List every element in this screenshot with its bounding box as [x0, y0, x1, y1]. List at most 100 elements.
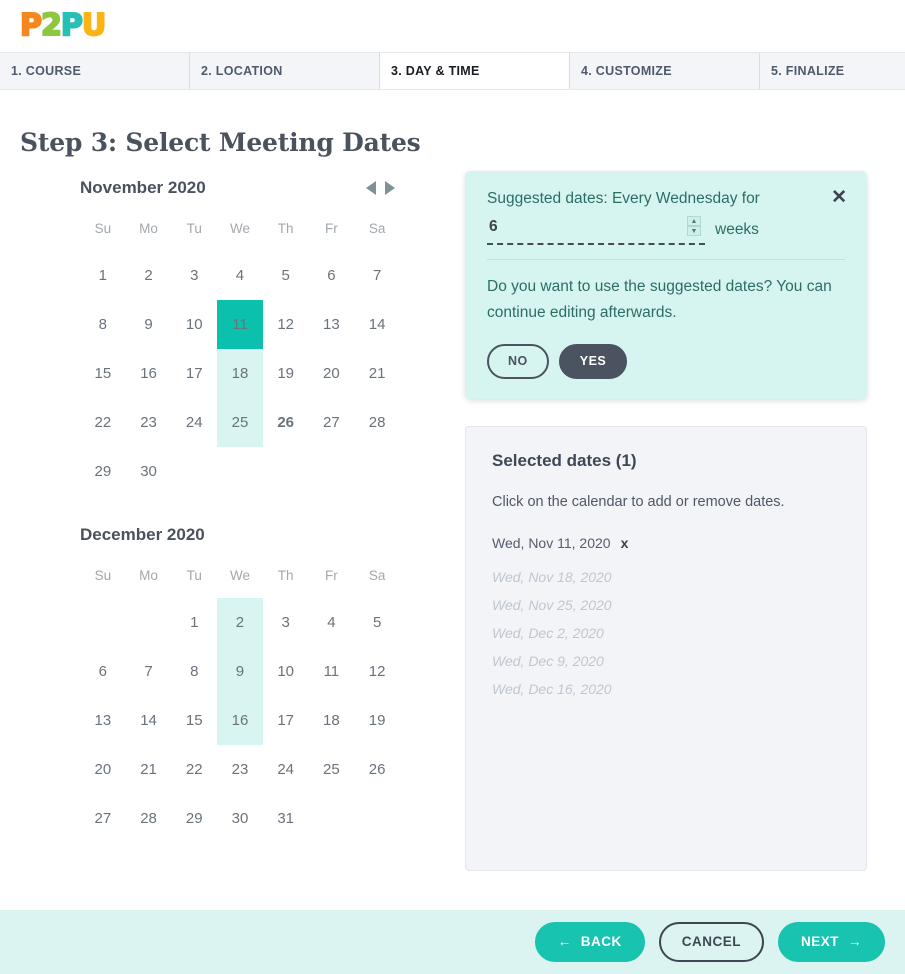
- remove-date-button[interactable]: x: [621, 535, 629, 551]
- arrow-right-icon: →: [848, 934, 862, 950]
- calendar-month-title: December 2020: [80, 525, 205, 544]
- calendar-day-cell[interactable]: 19: [354, 696, 400, 745]
- calendar-day-cell[interactable]: 13: [80, 696, 126, 745]
- calendar-day-cell[interactable]: 13: [309, 300, 355, 349]
- calendar-week-row: 12345: [80, 598, 400, 647]
- calendar-day-cell[interactable]: 7: [126, 647, 172, 696]
- calendar-header: December 2020: [80, 518, 400, 552]
- calendar-day-cell[interactable]: 20: [309, 349, 355, 398]
- calendar-day-cell[interactable]: 29: [171, 794, 217, 843]
- selected-dates-list: Wed, Nov 11, 2020 x Wed, Nov 18, 2020 Wed, …: [492, 535, 840, 697]
- calendar-day-cell[interactable]: 26: [354, 745, 400, 794]
- calendar-day-cell[interactable]: 6: [309, 251, 355, 300]
- calendar-day-cell[interactable]: 12: [263, 300, 309, 349]
- calendar-empty-cell: [126, 598, 172, 647]
- calendar-day-cell[interactable]: 14: [354, 300, 400, 349]
- p2pu-logo[interactable]: P 2 P U: [19, 10, 107, 42]
- calendar-day-cell[interactable]: 8: [80, 300, 126, 349]
- suggested-dates-headline: Suggested dates: Every Wednesday for: [487, 190, 760, 207]
- calendar-day-cell[interactable]: 28: [126, 794, 172, 843]
- cancel-button[interactable]: CANCEL: [658, 922, 764, 962]
- calendar-day-cell[interactable]: 25: [309, 745, 355, 794]
- calendar-day-cell[interactable]: 12: [354, 647, 400, 696]
- calendar-day-cell[interactable]: 23: [217, 745, 263, 794]
- calendar-day-cell[interactable]: 19: [263, 349, 309, 398]
- calendar-day-cell[interactable]: 15: [80, 349, 126, 398]
- calendar-day-cell[interactable]: 18: [309, 696, 355, 745]
- prev-month-arrow-icon[interactable]: [366, 181, 376, 195]
- suggested-date-row: Wed, Nov 18, 2020: [492, 569, 840, 585]
- calendar-day-cell[interactable]: 4: [217, 251, 263, 300]
- weekday-th: Th: [277, 220, 294, 236]
- weeks-input-row: ▲ ▼ weeks: [487, 216, 845, 246]
- calendar-day-cell[interactable]: 21: [354, 349, 400, 398]
- calendar-day-cell[interactable]: 4: [309, 598, 355, 647]
- stepper-up-icon[interactable]: ▲: [687, 216, 701, 227]
- calendar-day-cell[interactable]: 16: [217, 696, 263, 745]
- calendar-day-cell[interactable]: 30: [217, 794, 263, 843]
- calendar-day-cell[interactable]: 25: [217, 398, 263, 447]
- calendar-day-cell[interactable]: 1: [171, 598, 217, 647]
- next-button[interactable]: NEXT →: [777, 922, 885, 962]
- calendar-empty-cell: [217, 447, 263, 496]
- calendar-day-cell[interactable]: 3: [263, 598, 309, 647]
- calendar-day-cell[interactable]: 8: [171, 647, 217, 696]
- tab-finalize[interactable]: 5. FINALIZE: [760, 53, 905, 89]
- calendar-day-cell[interactable]: 30: [126, 447, 172, 496]
- calendar-day-cell[interactable]: 24: [171, 398, 217, 447]
- calendar-day-cell[interactable]: 21: [126, 745, 172, 794]
- calendar-day-cell[interactable]: 7: [354, 251, 400, 300]
- tab-day-and-time[interactable]: 3. DAY & TIME: [380, 53, 570, 89]
- calendar-day-cell[interactable]: 5: [263, 251, 309, 300]
- weeks-stepper[interactable]: ▲ ▼: [687, 216, 701, 237]
- calendar-day-cell[interactable]: 17: [171, 349, 217, 398]
- weekday-tu: Tu: [186, 567, 202, 583]
- calendar-day-cell[interactable]: 11: [217, 300, 263, 349]
- calendar-day-cell[interactable]: 3: [171, 251, 217, 300]
- calendar-day-cell[interactable]: 1: [80, 251, 126, 300]
- tab-customize[interactable]: 4. CUSTOMIZE: [570, 53, 760, 89]
- calendar-day-cell[interactable]: 31: [263, 794, 309, 843]
- no-button[interactable]: NO: [487, 344, 549, 379]
- calendar-day-cell[interactable]: 10: [171, 300, 217, 349]
- calendar-day-cell[interactable]: 27: [309, 398, 355, 447]
- close-icon[interactable]: ✕: [831, 188, 847, 207]
- calendar-week-row: 29 30: [80, 447, 400, 496]
- calendar-day-cell[interactable]: 22: [171, 745, 217, 794]
- calendar-day-cell[interactable]: 20: [80, 745, 126, 794]
- calendar-day-cell[interactable]: 10: [263, 647, 309, 696]
- calendar-day-cell[interactable]: 28: [354, 398, 400, 447]
- suggested-date-row: Wed, Dec 16, 2020: [492, 681, 840, 697]
- calendars-column: November 2020 Su Mo Tu We Th Fr Sa 1 2 3…: [0, 171, 465, 843]
- calendar-day-cell[interactable]: 24: [263, 745, 309, 794]
- calendar-day-cell[interactable]: 2: [126, 251, 172, 300]
- calendar-day-cell[interactable]: 9: [217, 647, 263, 696]
- tab-course[interactable]: 1. COURSE: [0, 53, 190, 89]
- calendar-day-cell[interactable]: 22: [80, 398, 126, 447]
- next-month-arrow-icon[interactable]: [385, 181, 395, 195]
- calendar-empty-cell: [309, 794, 355, 843]
- calendar-day-cell[interactable]: 11: [309, 647, 355, 696]
- weeks-input[interactable]: [487, 217, 705, 246]
- main-content: November 2020 Su Mo Tu We Th Fr Sa 1 2 3…: [0, 157, 905, 871]
- calendar-day-cell[interactable]: 5: [354, 598, 400, 647]
- calendar-day-cell[interactable]: 17: [263, 696, 309, 745]
- yes-button[interactable]: YES: [558, 344, 628, 379]
- calendar-grid-november: Su Mo Tu We Th Fr Sa 1 2 3 4 5 6 7 8 9 10 11 12 13 14…: [80, 205, 400, 496]
- calendar-day-cell[interactable]: 16: [126, 349, 172, 398]
- tab-location[interactable]: 2. LOCATION: [190, 53, 380, 89]
- calendar-day-cell[interactable]: 23: [126, 398, 172, 447]
- calendar-day-cell[interactable]: 9: [126, 300, 172, 349]
- calendar-day-cell[interactable]: 6: [80, 647, 126, 696]
- weekday-sa: Sa: [368, 220, 386, 236]
- calendar-day-cell[interactable]: 18: [217, 349, 263, 398]
- calendar-day-cell[interactable]: 26: [263, 398, 309, 447]
- calendar-day-cell[interactable]: 15: [171, 696, 217, 745]
- calendar-day-cell[interactable]: 2: [217, 598, 263, 647]
- calendar-day-cell[interactable]: 14: [126, 696, 172, 745]
- calendar-day-cell[interactable]: 27: [80, 794, 126, 843]
- back-button[interactable]: ← BACK: [534, 922, 645, 962]
- stepper-down-icon[interactable]: ▼: [687, 226, 701, 237]
- calendar-day-cell[interactable]: 29: [80, 447, 126, 496]
- calendar-body-november: 1 2 3 4 5 6 7 8 9 10 11 12 13 14 15 16 17 18 19 20 21 22 23 24 2…: [80, 251, 400, 496]
